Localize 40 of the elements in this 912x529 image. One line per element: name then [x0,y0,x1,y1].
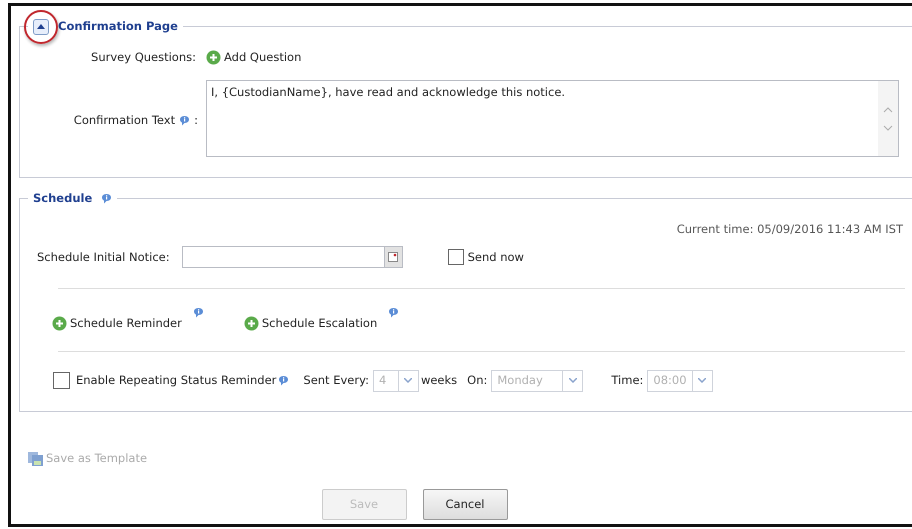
checkbox-label: Send now [468,248,524,266]
scroll-down-icon[interactable] [883,124,893,131]
caret-icon [698,378,706,383]
checkbox[interactable] [448,249,464,266]
caret-up-icon [37,24,45,30]
field-label: Sent Every: [303,372,369,389]
calendar-button[interactable] [384,246,403,268]
plus-icon [244,316,259,332]
plus-icon [206,50,221,66]
field-label: Schedule Initial Notice: [37,248,170,266]
field-label: Time: [611,372,644,389]
caret-icon [568,378,577,383]
checkbox-label: Enable Repeating Status Reminder [76,372,276,389]
save-template-icon [28,452,43,466]
info-icon[interactable] [179,115,190,126]
info-icon[interactable] [101,193,112,204]
schedule-link[interactable]: Schedule Escalation [262,315,378,332]
section-title: Confirmation Page [58,18,178,35]
field-label: Confirmation Text [74,112,176,130]
field-label: On: [467,372,488,389]
scroll-up-icon[interactable] [883,106,893,113]
info-icon[interactable] [278,375,290,386]
section-title: Schedule [33,190,92,207]
field-label: Survey Questions: [90,49,197,66]
text-value: I, {CustodianName}, have read and acknowledge this notice. [210,84,566,102]
unit-label: weeks [420,372,458,389]
checkbox[interactable] [53,372,70,389]
plus-icon [52,316,67,332]
info-icon[interactable] [388,307,400,318]
schedule-link[interactable]: Schedule Reminder [70,315,182,332]
cancel-button[interactable]: Cancel [422,489,508,520]
collapse-button[interactable] [33,18,49,35]
confirmation-text-area[interactable]: I, {CustodianName}, have read and acknowledge this notice. [206,80,899,158]
date-field[interactable] [182,246,385,268]
add-question-link[interactable]: Add Question [224,49,302,66]
current-time: Current time: 05/09/2016 11:43 AM IST [676,221,903,238]
caret-icon [404,378,412,383]
colon: : [194,112,198,130]
calendar-icon [388,252,398,262]
info-icon[interactable] [192,307,204,318]
